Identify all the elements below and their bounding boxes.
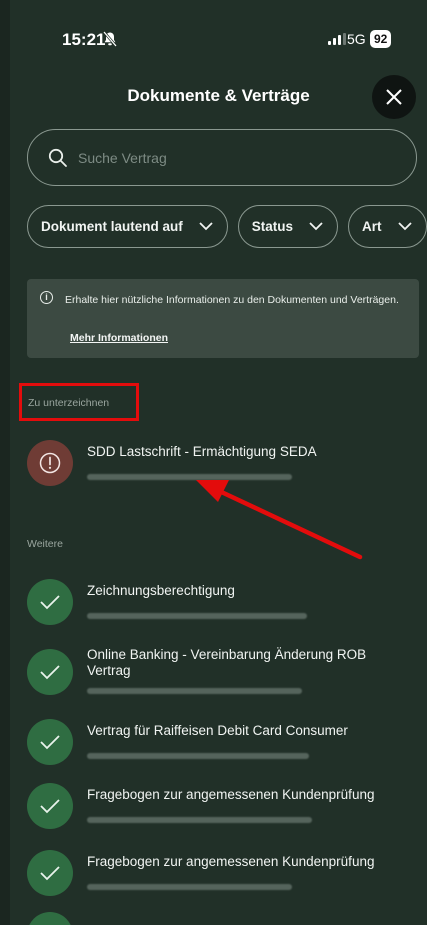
checkmark-icon [40, 866, 60, 881]
signed-status-badge [27, 649, 73, 695]
more-information-link[interactable]: Mehr Informationen [70, 332, 168, 344]
exclamation-circle-icon [39, 452, 61, 474]
document-subtitle-redacted [87, 613, 307, 619]
section-heading-other: Weitere [27, 538, 63, 550]
chevron-down-icon [397, 222, 412, 231]
bell-slash-icon [103, 31, 117, 47]
document-item[interactable]: Vertrag für Raiffeisen Debit Card Consum… [27, 715, 422, 773]
battery-level: 92 [370, 30, 392, 48]
document-item[interactable]: Online Banking - Vereinbarung Änderung R… [27, 644, 422, 714]
info-banner: i Erhalte hier nützliche Informationen z… [27, 279, 419, 358]
document-subtitle-redacted [87, 884, 292, 890]
document-subtitle-redacted [87, 753, 309, 759]
signed-status-badge [27, 912, 73, 925]
document-item[interactable]: Fragebogen zur angemessenen Kundenprüfun… [27, 779, 422, 837]
close-icon [386, 89, 402, 105]
pending-status-badge [27, 440, 73, 486]
filter-bar: Dokument lautend auf Status Art [27, 205, 427, 248]
network-type: 5G [347, 31, 366, 47]
filter-label: Dokument lautend auf [41, 219, 183, 234]
checkmark-icon [40, 799, 60, 814]
filter-label: Art [362, 219, 382, 234]
page-title: Dokumente & Verträge [127, 86, 310, 105]
checkmark-icon [40, 595, 60, 610]
signed-status-badge [27, 850, 73, 896]
filter-status[interactable]: Status [237, 205, 339, 248]
filter-label: Status [251, 219, 294, 234]
filter-type[interactable]: Art [348, 205, 427, 248]
document-item[interactable]: SDD Lastschrift - Ermächtigung SEDA [27, 436, 422, 494]
checkmark-icon [40, 665, 60, 680]
document-title: Fragebogen zur angemessenen Kundenprüfun… [87, 854, 375, 869]
checkmark-icon [40, 735, 60, 750]
document-item[interactable]: Fragebogen zur angemessenen Kundenprüfun… [27, 846, 422, 904]
document-title: SDD Lastschrift - Ermächtigung SEDA [87, 444, 317, 459]
status-bar: 15:21 5G 92 [10, 0, 427, 70]
app-screen: 15:21 5G 92 Dokumente & Verträge Dokumen… [10, 0, 427, 925]
close-button[interactable] [372, 75, 416, 119]
chevron-down-icon [199, 222, 213, 231]
section-heading-to-sign: Zu unterzeichnen [28, 397, 110, 409]
search-icon [48, 148, 67, 167]
document-subtitle-redacted [87, 688, 302, 694]
search-bar[interactable] [27, 129, 417, 186]
document-subtitle-redacted [87, 817, 312, 823]
signed-status-badge [27, 719, 73, 765]
info-text: Erhalte hier nützliche Informationen zu … [65, 294, 399, 306]
document-title: Vertrag für Raiffeisen Debit Card Consum… [87, 723, 348, 738]
document-subtitle-redacted [87, 474, 292, 480]
document-item[interactable]: Zeichnungsberechtigung [27, 575, 422, 633]
document-title: Zeichnungsberechtigung [87, 583, 235, 598]
info-icon: i [40, 291, 53, 304]
signed-status-badge [27, 579, 73, 625]
search-input[interactable] [78, 149, 378, 166]
chevron-down-icon [309, 222, 323, 231]
status-time: 15:21 [62, 30, 106, 49]
document-title: Fragebogen zur angemessenen Kundenprüfun… [87, 787, 375, 802]
filter-document-holder[interactable]: Dokument lautend auf [27, 205, 228, 248]
signal-strength-icon [328, 33, 346, 45]
document-title: Online Banking - Vereinbarung Änderung R… [87, 647, 367, 678]
signed-status-badge [27, 783, 73, 829]
